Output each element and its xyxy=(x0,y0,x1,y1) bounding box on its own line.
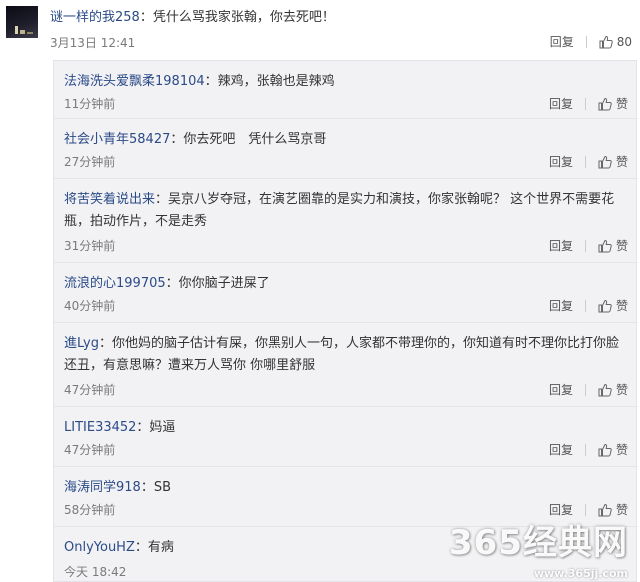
thumbs-up-icon[interactable] xyxy=(599,35,613,49)
thumbs-up-icon[interactable] xyxy=(598,383,612,397)
reply-text: ：有病 xyxy=(134,540,174,555)
avatar-light xyxy=(15,26,18,34)
reply-actions: 回复 赞 xyxy=(549,441,628,458)
like-button[interactable]: 赞 xyxy=(616,297,628,314)
reply-text: ：SB xyxy=(140,480,171,495)
reply-username[interactable]: OnlyYouHZ xyxy=(64,540,135,555)
reply-actions: 回复 赞 xyxy=(549,297,628,314)
thumbs-up-icon[interactable] xyxy=(598,239,612,253)
reply-username[interactable]: LITIE33452 xyxy=(64,420,136,435)
reply-time: 今天 18:42 xyxy=(64,565,127,579)
reply-username[interactable]: 将苦笑着说出来 xyxy=(64,192,155,207)
reply-button[interactable]: 回复 xyxy=(549,441,573,458)
divider xyxy=(584,503,586,516)
reply-text: ：妈逼 xyxy=(136,420,176,435)
reply-body: 将苦笑着说出来：吴京八岁夺冠，在演艺圈靠的是实力和演技，你家张翰呢？ 这个世界不… xyxy=(64,189,624,233)
divider xyxy=(584,443,586,456)
reply-time: 31分钟前 xyxy=(64,239,116,253)
comment-username[interactable]: 谜一样的我258 xyxy=(50,10,140,25)
avatar-light xyxy=(20,30,25,34)
reply-item: 進Lyg：你他妈的脑子估计有屎，你黑别人一句，人家都不带理你的，你知道有时不理你… xyxy=(54,323,638,407)
reply-item: 法海洗头爱飘柔198104：辣鸡，张翰也是辣鸡 11分钟前 回复 赞 xyxy=(54,61,638,119)
like-button[interactable]: 赞 xyxy=(616,441,628,458)
comment-text: ：凭什么骂我家张翰，你去死吧！ xyxy=(139,10,335,25)
reply-text: ：你你脑子进屎了 xyxy=(165,276,270,291)
reply-username[interactable]: 法海洗头爱飘柔198104 xyxy=(64,74,205,89)
reply-body: 流浪的心199705：你你脑子进屎了 xyxy=(64,273,624,295)
reply-text: ：你他妈的脑子估计有屎，你黑别人一句，人家都不带理你的，你知道有时不理你比打你脸… xyxy=(64,336,620,373)
reply-time: 58分钟前 xyxy=(64,503,116,517)
reply-button[interactable]: 回复 xyxy=(549,381,573,398)
weibo-comment-page: 谜一样的我258：凭什么骂我家张翰，你去死吧！ 3月13日 12:41 回复 8… xyxy=(0,0,640,582)
divider xyxy=(585,35,587,48)
reply-actions: 回复 赞 xyxy=(549,153,628,170)
reply-item: 流浪的心199705：你你脑子进屎了 40分钟前 回复 赞 xyxy=(54,263,638,323)
watermark-url: www.365jj.com xyxy=(533,567,628,580)
reply-body: LITIE33452：妈逼 xyxy=(64,417,624,439)
reply-username[interactable]: 社会小青年58427 xyxy=(64,132,170,147)
comment-body: 谜一样的我258：凭什么骂我家张翰，你去死吧！ xyxy=(50,9,335,27)
reply-body: 法海洗头爱飘柔198104：辣鸡，张翰也是辣鸡 xyxy=(64,71,624,93)
divider xyxy=(584,383,586,396)
reply-time: 40分钟前 xyxy=(64,299,116,313)
reply-list: 法海洗头爱飘柔198104：辣鸡，张翰也是辣鸡 11分钟前 回复赞社会小青年5842… xyxy=(53,60,638,582)
comment-time: 3月13日 12:41 xyxy=(50,36,136,50)
thumbs-up-icon[interactable] xyxy=(598,443,612,457)
reply-button[interactable]: 回复 xyxy=(549,153,573,170)
reply-item: 社会小青年58427：你去死吧 凭什么骂京哥 27分钟前 回复 赞 xyxy=(54,119,638,179)
like-button[interactable]: 赞 xyxy=(616,153,628,170)
reply-button[interactable]: 回复 xyxy=(549,297,573,314)
reply-text: ：辣鸡，张翰也是辣鸡 xyxy=(204,74,335,89)
reply-text: ：你去死吧 凭什么骂京哥 xyxy=(170,132,327,147)
reply-time: 27分钟前 xyxy=(64,155,116,169)
reply-button[interactable]: 回复 xyxy=(549,237,573,254)
divider xyxy=(584,155,586,168)
comment-actions: 回复 80 xyxy=(550,33,632,50)
watermark-title: 365经典网 xyxy=(449,523,628,563)
reply-time: 11分钟前 xyxy=(64,97,116,111)
reply-actions: 回复 赞 xyxy=(549,237,628,254)
divider xyxy=(584,97,586,110)
reply-actions: 回复 赞 xyxy=(549,381,628,398)
avatar-light xyxy=(27,32,33,34)
like-button[interactable]: 赞 xyxy=(616,237,628,254)
divider xyxy=(584,239,586,252)
thumbs-up-icon[interactable] xyxy=(598,155,612,169)
reply-username[interactable]: 進Lyg xyxy=(64,336,99,351)
like-count[interactable]: 80 xyxy=(617,35,632,49)
reply-button[interactable]: 回复 xyxy=(550,33,574,50)
reply-body: 海涛同学918：SB xyxy=(64,477,624,499)
like-button[interactable]: 赞 xyxy=(616,95,628,112)
reply-username[interactable]: 流浪的心199705 xyxy=(64,276,166,291)
divider xyxy=(584,299,586,312)
thumbs-up-icon[interactable] xyxy=(598,97,612,111)
reply-body: 進Lyg：你他妈的脑子估计有屎，你黑别人一句，人家都不带理你的，你知道有时不理你… xyxy=(64,333,624,377)
reply-username[interactable]: 海涛同学918 xyxy=(64,480,141,495)
main-comment: 谜一样的我258：凭什么骂我家张翰，你去死吧！ 3月13日 12:41 回复 8… xyxy=(0,0,640,58)
reply-body: 社会小青年58427：你去死吧 凭什么骂京哥 xyxy=(64,129,624,151)
thumbs-up-icon[interactable] xyxy=(598,299,612,313)
reply-item: LITIE33452：妈逼 47分钟前 回复 赞 xyxy=(54,407,638,467)
avatar[interactable] xyxy=(6,6,38,38)
reply-item: 将苦笑着说出来：吴京八岁夺冠，在演艺圈靠的是实力和演技，你家张翰呢？ 这个世界不… xyxy=(54,179,638,263)
like-button[interactable]: 赞 xyxy=(616,381,628,398)
reply-button[interactable]: 回复 xyxy=(549,95,573,112)
reply-time: 47分钟前 xyxy=(64,443,116,457)
reply-actions: 回复 赞 xyxy=(549,95,628,112)
reply-time: 47分钟前 xyxy=(64,383,116,397)
